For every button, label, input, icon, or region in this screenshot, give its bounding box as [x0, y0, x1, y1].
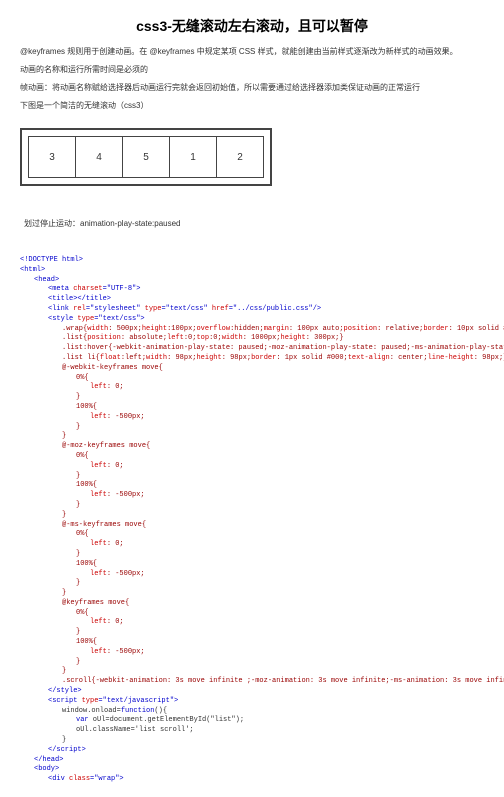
code-line: } — [20, 423, 484, 433]
demo-list: 34512 — [28, 136, 264, 178]
code-line: 0%{ — [20, 609, 484, 619]
page-title: css3-无缝滚动左右滚动，且可以暂停 — [20, 16, 484, 36]
demo-box: 34512 — [20, 128, 272, 186]
paragraph-3: 帧动画：将动画名称赋给选择器后动画运行完就会返回初始值，所以需要通过给选择器添加… — [20, 82, 484, 94]
demo-cell: 3 — [29, 137, 76, 177]
code-line: <html> — [20, 266, 484, 276]
demo-cell: 1 — [170, 137, 217, 177]
code-line: 100%{ — [20, 560, 484, 570]
hover-note: 划过停止运动：animation-play-state:paused — [24, 218, 484, 230]
code-line: } — [20, 550, 484, 560]
code-line: var oUl=document.getElementById("list"); — [20, 716, 484, 726]
code-line: left: -500px; — [20, 648, 484, 658]
code-line: <meta charset="UTF-8"> — [20, 285, 484, 295]
code-line: </script> — [20, 746, 484, 756]
code-line: window.onload=function(){ — [20, 707, 484, 717]
code-line: .list:hover{-webkit-animation-play-state… — [20, 344, 484, 354]
code-line: </head> — [20, 756, 484, 766]
code-line: </style> — [20, 687, 484, 697]
code-line: left: 0; — [20, 618, 484, 628]
code-line: 100%{ — [20, 403, 484, 413]
code-line: <!DOCTYPE html> — [20, 256, 484, 266]
code-line: <title></title> — [20, 295, 484, 305]
code-line: left: -500px; — [20, 413, 484, 423]
code-line: } — [20, 472, 484, 482]
demo-cell: 2 — [217, 137, 263, 177]
code-line: } — [20, 667, 484, 677]
code-line: @-webkit-keyframes move{ — [20, 364, 484, 374]
code-line: } — [20, 501, 484, 511]
code-line: .list li{float:left;width: 98px;height: … — [20, 354, 484, 364]
code-line: } — [20, 393, 484, 403]
code-line: left: -500px; — [20, 570, 484, 580]
code-line: } — [20, 579, 484, 589]
code-line: <link rel="stylesheet" type="text/css" h… — [20, 305, 484, 315]
code-line: .list{position: absolute;left:0;top:0;wi… — [20, 334, 484, 344]
code-line: } — [20, 432, 484, 442]
demo-cell: 4 — [76, 137, 123, 177]
code-line: left: 0; — [20, 383, 484, 393]
code-line: <body> — [20, 765, 484, 775]
code-line: 0%{ — [20, 374, 484, 384]
code-line: left: 0; — [20, 540, 484, 550]
code-line: } — [20, 511, 484, 521]
code-line: @-moz-keyframes move{ — [20, 442, 484, 452]
code-line: } — [20, 736, 484, 746]
code-line: left: -500px; — [20, 491, 484, 501]
code-line: @keyframes move{ — [20, 599, 484, 609]
code-line: left: 0; — [20, 462, 484, 472]
demo-cell: 5 — [123, 137, 170, 177]
code-line: <head> — [20, 276, 484, 286]
code-line: 100%{ — [20, 638, 484, 648]
code-line: 100%{ — [20, 481, 484, 491]
code-line: } — [20, 658, 484, 668]
code-line: } — [20, 628, 484, 638]
code-line: 0%{ — [20, 452, 484, 462]
code-line: .wrap{width: 500px;height:100px;overflow… — [20, 325, 484, 335]
code-line: <div class="wrap"> — [20, 775, 484, 785]
paragraph-2: 动画的名称和运行所需时间是必须的 — [20, 64, 484, 76]
code-line: <script type="text/javascript"> — [20, 697, 484, 707]
paragraph-4: 下图是一个简洁的无缝滚动（css3） — [20, 100, 484, 112]
code-line: @-ms-keyframes move{ — [20, 521, 484, 531]
code-line: } — [20, 589, 484, 599]
paragraph-1: @keyframes 规则用于创建动画。在 @keyframes 中规定某项 C… — [20, 46, 484, 58]
code-line: .scroll{-webkit-animation: 3s move infin… — [20, 677, 484, 687]
code-line: <style type="text/css"> — [20, 315, 484, 325]
code-line: 0%{ — [20, 530, 484, 540]
code-block: <!DOCTYPE html><html><head><meta charset… — [20, 256, 484, 785]
code-line: oUl.className='list scroll'; — [20, 726, 484, 736]
